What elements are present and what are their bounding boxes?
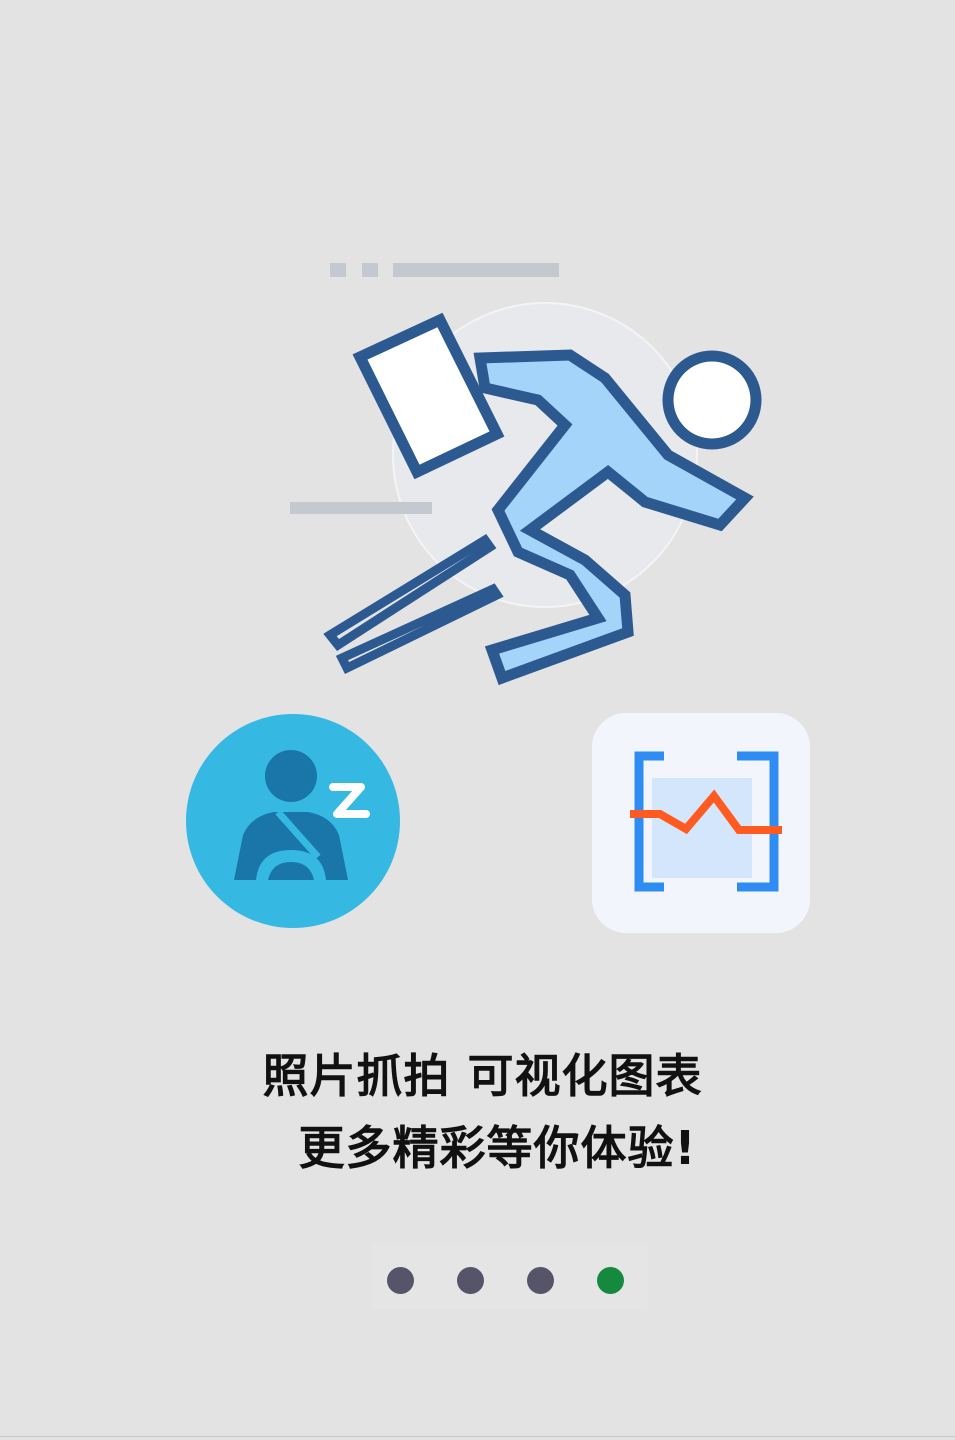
page-dot-3[interactable] — [527, 1267, 554, 1294]
caption-line-1: 照片抓拍 可视化图表 — [262, 1049, 703, 1103]
bottom-divider — [0, 1436, 955, 1437]
page-dot-1[interactable] — [387, 1267, 414, 1294]
running-person-with-document-icon — [290, 263, 762, 686]
caption-line-2: 更多精彩等你体验! — [298, 1121, 697, 1175]
chart-monitor-icon — [630, 751, 782, 892]
sleepy-driver-icon — [234, 750, 370, 880]
page-dot-2[interactable] — [457, 1267, 484, 1294]
running-person-illustration — [280, 250, 780, 700]
page-dot-4-active[interactable] — [597, 1267, 624, 1294]
fatigue-driving-badge — [186, 714, 400, 928]
chart-monitor-badge — [592, 713, 810, 933]
